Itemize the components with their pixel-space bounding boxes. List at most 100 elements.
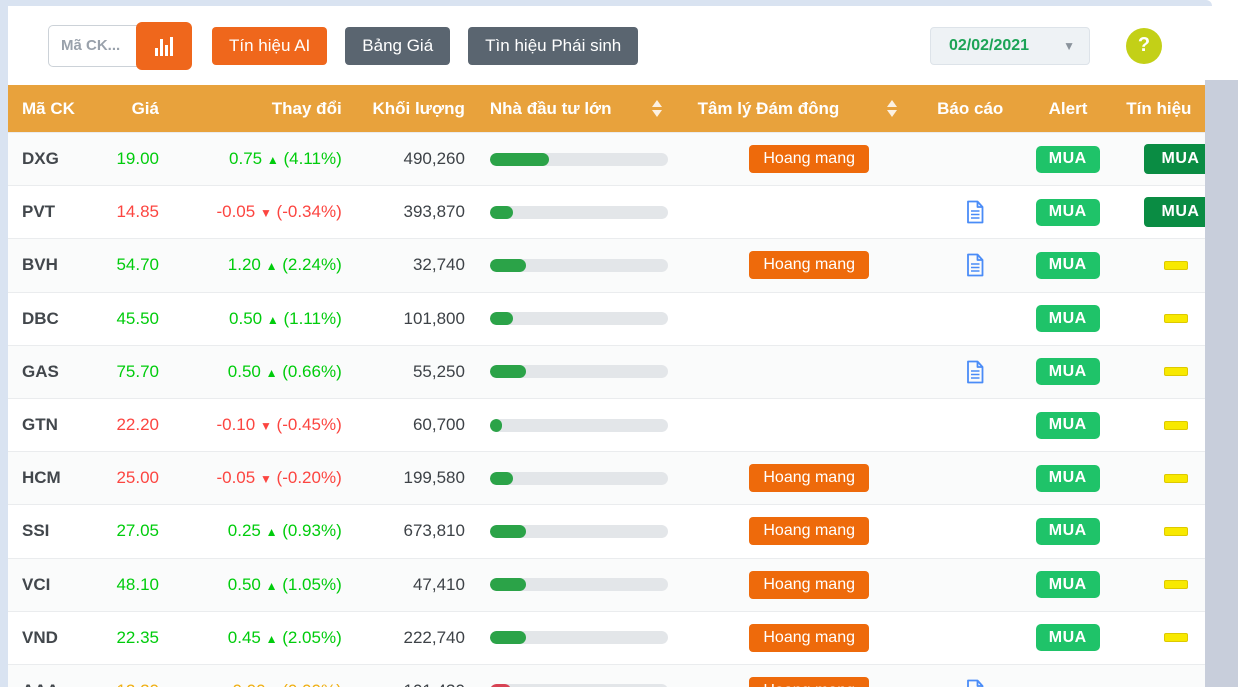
alert-buy-badge: MUA [1035,198,1100,226]
change: -0.10 ▼ (-0.45%) [216,415,342,435]
crowd-sentiment-badge: Hoang mang [749,464,869,493]
table-row-VCI[interactable]: VCI 48.10 0.50 ▲ (1.05%) 47,410 Hoang mang MU… [8,557,1205,611]
big-investor-cell [477,612,686,664]
report-document-icon[interactable] [965,679,985,687]
volume: 101,430 [404,681,465,687]
price-cell: 75.70 [90,346,168,398]
date-picker[interactable]: 02/02/2021 ▼ [930,26,1090,65]
alert-buy-badge: MUA [1035,358,1100,386]
price: 14.85 [116,202,160,222]
table-row-DBC[interactable]: DBC 45.50 0.50 ▲ (1.11%) 101,800 MUA [8,291,1205,345]
big-investor-bar [489,418,668,432]
change-cell: 0.45 ▲ (2.05%) [167,612,354,664]
ticker: GTN [22,415,58,435]
ticker: VCI [22,574,51,594]
price: 75.70 [116,361,160,381]
sort-icon[interactable] [651,100,662,117]
search-input[interactable] [48,24,138,67]
change: -0.05 ▼ (-0.20%) [216,468,342,488]
report-cell [917,346,1023,398]
crowd-sentiment-badge: Hoang mang [749,517,869,546]
report-cell [917,239,1023,291]
volume: 55,250 [412,361,465,381]
change-direction-icon: ▲ [266,153,279,168]
volume-cell: 222,740 [354,612,477,664]
volume-cell: 32,740 [354,239,477,291]
volume-cell: 60,700 [354,399,477,451]
ticker-cell: SSI [8,505,90,557]
big-investor-cell [477,452,686,504]
help-button[interactable]: ? [1126,27,1162,64]
ticker-cell: VCI [8,559,90,611]
big-investor-cell [477,665,686,687]
header-label: Thay đổi [271,98,342,118]
change-direction-icon: ▲ [265,578,278,593]
price-cell: 48.10 [90,559,168,611]
volume: 222,740 [403,627,465,647]
big-investor-bar [489,631,668,645]
change-cell: -0.05 ▼ (-0.20%) [167,452,354,504]
sort-icon[interactable] [887,100,898,117]
price-board-button[interactable]: Bảng Giá [345,26,451,65]
change-cell: 0.50 ▲ (0.66%) [167,346,354,398]
table-header: Mã CK Giá Thay đổi Khối lượng Nhà đầu tư… [8,85,1205,132]
table-row-VND[interactable]: VND 22.35 0.45 ▲ (2.05%) 222,740 Hoang mang M… [8,610,1205,664]
table-row-GAS[interactable]: GAS 75.70 0.50 ▲ (0.66%) 55,250 MUA [8,344,1205,398]
chart-search-button[interactable] [136,21,192,70]
header-label: Khối lượng [372,98,465,118]
signal-cell [1112,239,1205,291]
ai-signal-button[interactable]: Tín hiệu AI [212,26,328,65]
stock-table: Mã CK Giá Thay đổi Khối lượng Nhà đầu tư… [8,85,1205,687]
change-direction-icon: ▲ [265,631,278,646]
ticker-cell: GTN [8,399,90,451]
report-cell [917,186,1023,238]
big-investor-bar [489,578,668,592]
alert-cell [1023,665,1112,687]
volume-cell: 47,410 [354,559,477,611]
crowd-sentiment-cell: Hoang mang [686,452,917,504]
report-document-icon[interactable] [965,360,985,384]
volume: 47,410 [412,574,465,594]
report-cell [917,505,1023,557]
table-row-PVT[interactable]: PVT 14.85 -0.05 ▼ (-0.34%) 393,870 MUA MUA [8,185,1205,239]
signal-cell [1112,346,1205,398]
volume-cell: 199,580 [354,452,477,504]
table-row-BVH[interactable]: BVH 54.70 1.20 ▲ (2.24%) 32,740 Hoang mang MU… [8,238,1205,292]
change-cell: 1.20 ▲ (2.24%) [167,239,354,291]
header-khoi-luong: Khối lượng [354,85,477,132]
table-row-SSI[interactable]: SSI 27.05 0.25 ▲ (0.93%) 673,810 Hoang mang M… [8,504,1205,558]
table-row-GTN[interactable]: GTN 22.20 -0.10 ▼ (-0.45%) 60,700 MUA [8,397,1205,452]
crowd-sentiment-cell: Hoang mang [686,559,917,611]
page-top-border [0,0,1212,6]
header-tam-ly-dam-dong[interactable]: Tâm lý Đám đông [686,85,918,132]
ticker-cell: DXG [8,133,90,185]
volume: 199,580 [403,468,465,488]
big-investor-cell [477,559,686,611]
alert-cell: MUA [1023,293,1112,345]
change-direction-icon: ▲ [265,365,278,380]
price: 12.20 [116,681,159,687]
header-label: Báo cáo [937,98,1004,118]
table-row-DXG[interactable]: DXG 19.00 0.75 ▲ (4.11%) 490,260 Hoang mang M… [8,132,1205,186]
derivatives-signal-button[interactable]: Tìn hiệu Phái sinh [468,26,639,65]
table-row-AAA[interactable]: AAA 12.20 0.00 ■ (0.00%) 101,430 Hoang mang [8,663,1205,687]
header-thay-doi: Thay đổi [167,85,354,132]
header-alert: Alert [1023,85,1112,132]
scrollbar-track[interactable] [1205,80,1238,687]
table-row-HCM[interactable]: HCM 25.00 -0.05 ▼ (-0.20%) 199,580 Hoang man… [8,451,1205,505]
alert-cell: MUA [1023,133,1112,185]
ticker: DBC [22,308,59,328]
header-label: Giá [131,98,159,118]
change-cell: 0.25 ▲ (0.93%) [167,505,354,557]
header-nha-dau-tu-lon[interactable]: Nhà đầu tư lớn [477,85,686,132]
change-direction-icon: ▼ [259,472,272,487]
report-document-icon[interactable] [965,253,985,277]
volume: 101,800 [403,308,465,328]
big-investor-bar [489,205,668,219]
page-left-border [0,0,8,687]
report-document-icon[interactable] [965,200,985,224]
ticker-cell: VND [8,612,90,664]
big-investor-cell [477,186,686,238]
price: 45.50 [116,308,160,328]
price-cell: 12.20 [90,665,168,687]
